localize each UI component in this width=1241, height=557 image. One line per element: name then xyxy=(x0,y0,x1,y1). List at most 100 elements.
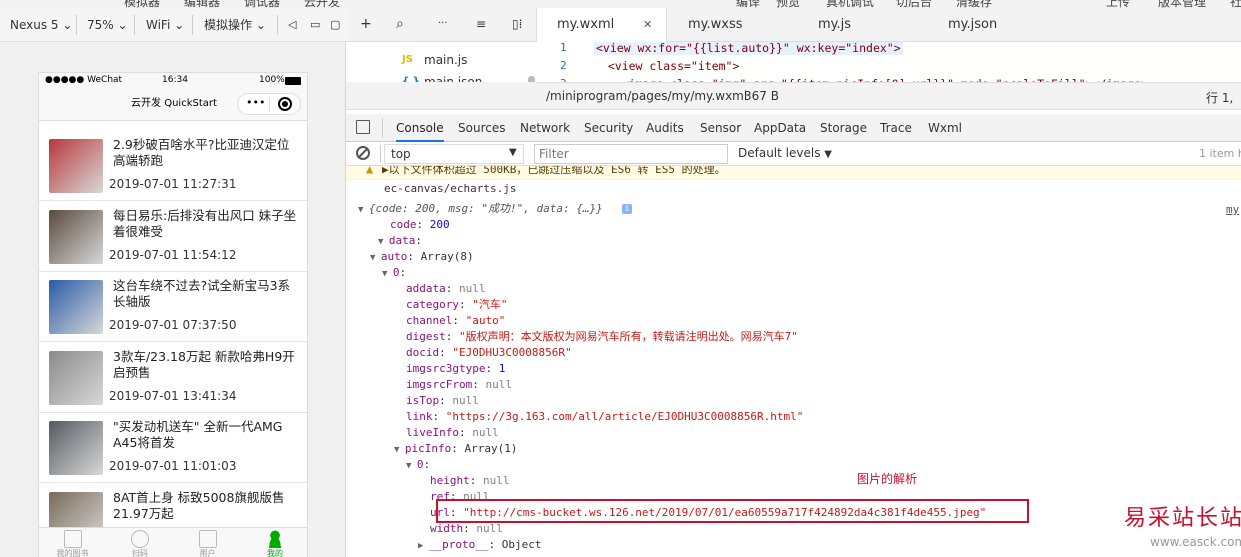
devtools-tab[interactable]: Console xyxy=(396,114,444,142)
console-row[interactable]: width: null xyxy=(430,521,1241,537)
status-time: 16:34 xyxy=(162,75,188,85)
ops-label: 模拟操作 xyxy=(204,18,253,32)
console-row[interactable]: ▼ {code: 200, msg: "成功!", data: {…}} xyxy=(358,201,1241,217)
network-select[interactable]: WiFi ⌄ xyxy=(146,15,184,35)
devtools-tab[interactable]: Storage xyxy=(820,114,867,142)
console-row[interactable]: digest: "版权声明：本文版权为网易汽车所有，转载请注明出处。网易汽车7" xyxy=(406,329,1241,345)
news-item[interactable]: 2.9秒破百啥水平?比亚迪汉定位高端轿跑 2019-07-01 11:27:31 xyxy=(39,131,307,201)
filter-input[interactable]: Filter xyxy=(534,144,728,164)
expand-icon[interactable]: ▼ xyxy=(394,445,405,455)
top-menu-item[interactable]: 清缓存 xyxy=(956,0,992,8)
top-menu-item[interactable]: 云开发 xyxy=(304,0,340,8)
search-icon[interactable]: ⌕ xyxy=(396,16,404,32)
inspect-icon[interactable] xyxy=(356,120,370,134)
console-row[interactable]: liveInfo: null xyxy=(406,425,1241,441)
file-item[interactable]: main.js xyxy=(424,53,467,67)
news-item[interactable]: "买发动机送车" 全新一代AMG A45将首发 2019-07-01 11:01:… xyxy=(39,413,307,483)
expand-icon[interactable]: ▶ xyxy=(418,541,429,551)
console-row[interactable]: category: "汽车" xyxy=(406,297,1241,313)
levels-select[interactable]: Default levels ▼ xyxy=(738,146,832,160)
editor-tab[interactable]: my.json xyxy=(928,8,1017,42)
file-path: /miniprogram/pages/my/my.wxml xyxy=(546,89,748,103)
console-row[interactable]: height: null xyxy=(430,473,1241,489)
capsule-button[interactable]: ••• xyxy=(237,93,301,115)
devtools-tab[interactable]: Audits xyxy=(646,114,684,142)
ops-select[interactable]: 模拟操作 ⌄ xyxy=(204,15,266,35)
line-number: 2 xyxy=(560,59,567,72)
clear-console-icon[interactable] xyxy=(356,146,370,160)
expand-icon[interactable]: ▼ xyxy=(370,253,381,263)
devtools-tab[interactable]: AppData xyxy=(754,114,806,142)
console-row[interactable]: ▼ 0: xyxy=(382,265,1241,281)
property-value: 200 xyxy=(429,218,450,231)
console-row[interactable]: ▶ __proto__: Object xyxy=(418,537,1241,553)
tab-home[interactable]: 用户 xyxy=(174,530,241,557)
news-item[interactable]: 每日易乐:后排没有出风口 妹子坐着很难受 2019-07-01 11:54:12 xyxy=(39,201,307,272)
add-icon[interactable]: + xyxy=(360,16,372,32)
top-menu-item[interactable]: 编辑器 xyxy=(184,0,220,8)
devtools-tab[interactable]: Trace xyxy=(880,114,912,142)
top-menu-item[interactable]: 预览 xyxy=(776,0,800,8)
rotate-icon[interactable]: ▢ xyxy=(330,15,340,35)
close-icon[interactable]: ✕ xyxy=(643,8,652,42)
editor-tab[interactable]: my.wxss xyxy=(668,8,763,42)
news-item[interactable]: 3款车/23.18万起 新款哈弗H9开启预售 2019-07-01 13:41:3… xyxy=(39,342,307,413)
top-menu-item[interactable]: 版本管理 xyxy=(1158,0,1206,8)
folder-label[interactable]: main xyxy=(384,42,414,44)
editor-tab[interactable]: my.js xyxy=(798,8,871,42)
console-row[interactable]: link: "https://3g.163.com/all/article/EJ… xyxy=(406,409,1241,425)
close-mini-icon[interactable] xyxy=(278,97,292,111)
more-icon[interactable]: ··· xyxy=(438,18,448,29)
top-menu-item[interactable]: 模拟器 xyxy=(124,0,160,8)
expand-icon[interactable]: ▼ xyxy=(378,237,389,247)
console-row[interactable]: channel: "auto" xyxy=(406,313,1241,329)
editor-toolbar: + ⌕ ··· ≡ ▯⁞ xyxy=(346,8,536,42)
expand-icon[interactable]: ▼ xyxy=(382,269,393,279)
scan-icon xyxy=(131,530,149,548)
code-editor[interactable]: 1 <view wx:for="{{list.auto}}" wx:key="in… xyxy=(536,42,1241,82)
console-row[interactable]: ▼ auto: Array(8) xyxy=(370,249,1241,265)
tab-user[interactable]: 我的 xyxy=(242,530,308,557)
tab-chart[interactable]: 我的图书 xyxy=(39,530,106,557)
console-row[interactable]: addata: null xyxy=(406,281,1241,297)
property-value: "https://3g.163.com/all/article/EJ0DHU3C… xyxy=(445,410,804,423)
tab-scan[interactable]: 扫码 xyxy=(107,530,174,557)
more-icon[interactable]: ••• xyxy=(246,96,265,109)
console-row[interactable]: ▼ picInfo: Array(1) xyxy=(394,441,1241,457)
news-date: 2019-07-01 13:41:34 xyxy=(109,388,237,403)
volume-icon[interactable]: ◁ xyxy=(288,15,296,35)
property-key: imgsrcFrom xyxy=(406,378,473,391)
device-select[interactable]: Nexus 5 ⌄ xyxy=(10,15,72,35)
console-row[interactable]: ▼ 0: xyxy=(406,457,1241,473)
file-item[interactable]: main.json xyxy=(424,75,482,82)
split-icon[interactable]: ▯⁞ xyxy=(512,17,522,31)
context-select[interactable]: top ▼ xyxy=(384,144,524,164)
top-menu-item[interactable]: 编译 xyxy=(736,0,760,8)
console-row[interactable]: ▼ data: xyxy=(378,233,1241,249)
sort-icon[interactable]: ≡ xyxy=(476,17,486,31)
news-item[interactable]: 这台车绕不过去?试全新宝马3系长轴版 2019-07-01 07:37:50 xyxy=(39,272,307,342)
top-menu-item[interactable]: 切后台 xyxy=(896,0,932,8)
expand-icon[interactable]: ▼ xyxy=(358,205,369,215)
top-menu-item[interactable]: 上传 xyxy=(1106,0,1130,8)
top-menu-item[interactable]: 调试器 xyxy=(244,0,280,8)
devtools-tab[interactable]: Wxml xyxy=(928,114,962,142)
console-row[interactable]: isTop: null xyxy=(406,393,1241,409)
property-value: "汽车" xyxy=(472,298,508,311)
console-row[interactable]: imgsrc3gtype: 1 xyxy=(406,361,1241,377)
devtools-tab[interactable]: Sensor xyxy=(700,114,741,142)
console-row[interactable]: code: 200 xyxy=(390,217,1241,233)
devtools-tab[interactable]: Security xyxy=(584,114,633,142)
top-menu-item[interactable]: 真机调试 xyxy=(826,0,874,8)
colon: : xyxy=(407,250,421,263)
expand-icon[interactable]: ▼ xyxy=(406,461,417,471)
colon: : xyxy=(458,298,473,311)
top-menu-item[interactable]: 社 xyxy=(1230,0,1241,8)
window-icon[interactable]: ▭ xyxy=(310,15,320,35)
console-row[interactable]: imgsrcFrom: null xyxy=(406,377,1241,393)
devtools-tab[interactable]: Sources xyxy=(458,114,505,142)
zoom-select[interactable]: 75% ⌄ xyxy=(87,15,128,35)
console-row[interactable]: docid: "EJ0DHU3C0008856R" xyxy=(406,345,1241,361)
editor-tab[interactable]: my.wxml ✕ xyxy=(536,8,667,42)
devtools-tab[interactable]: Network xyxy=(520,114,570,142)
